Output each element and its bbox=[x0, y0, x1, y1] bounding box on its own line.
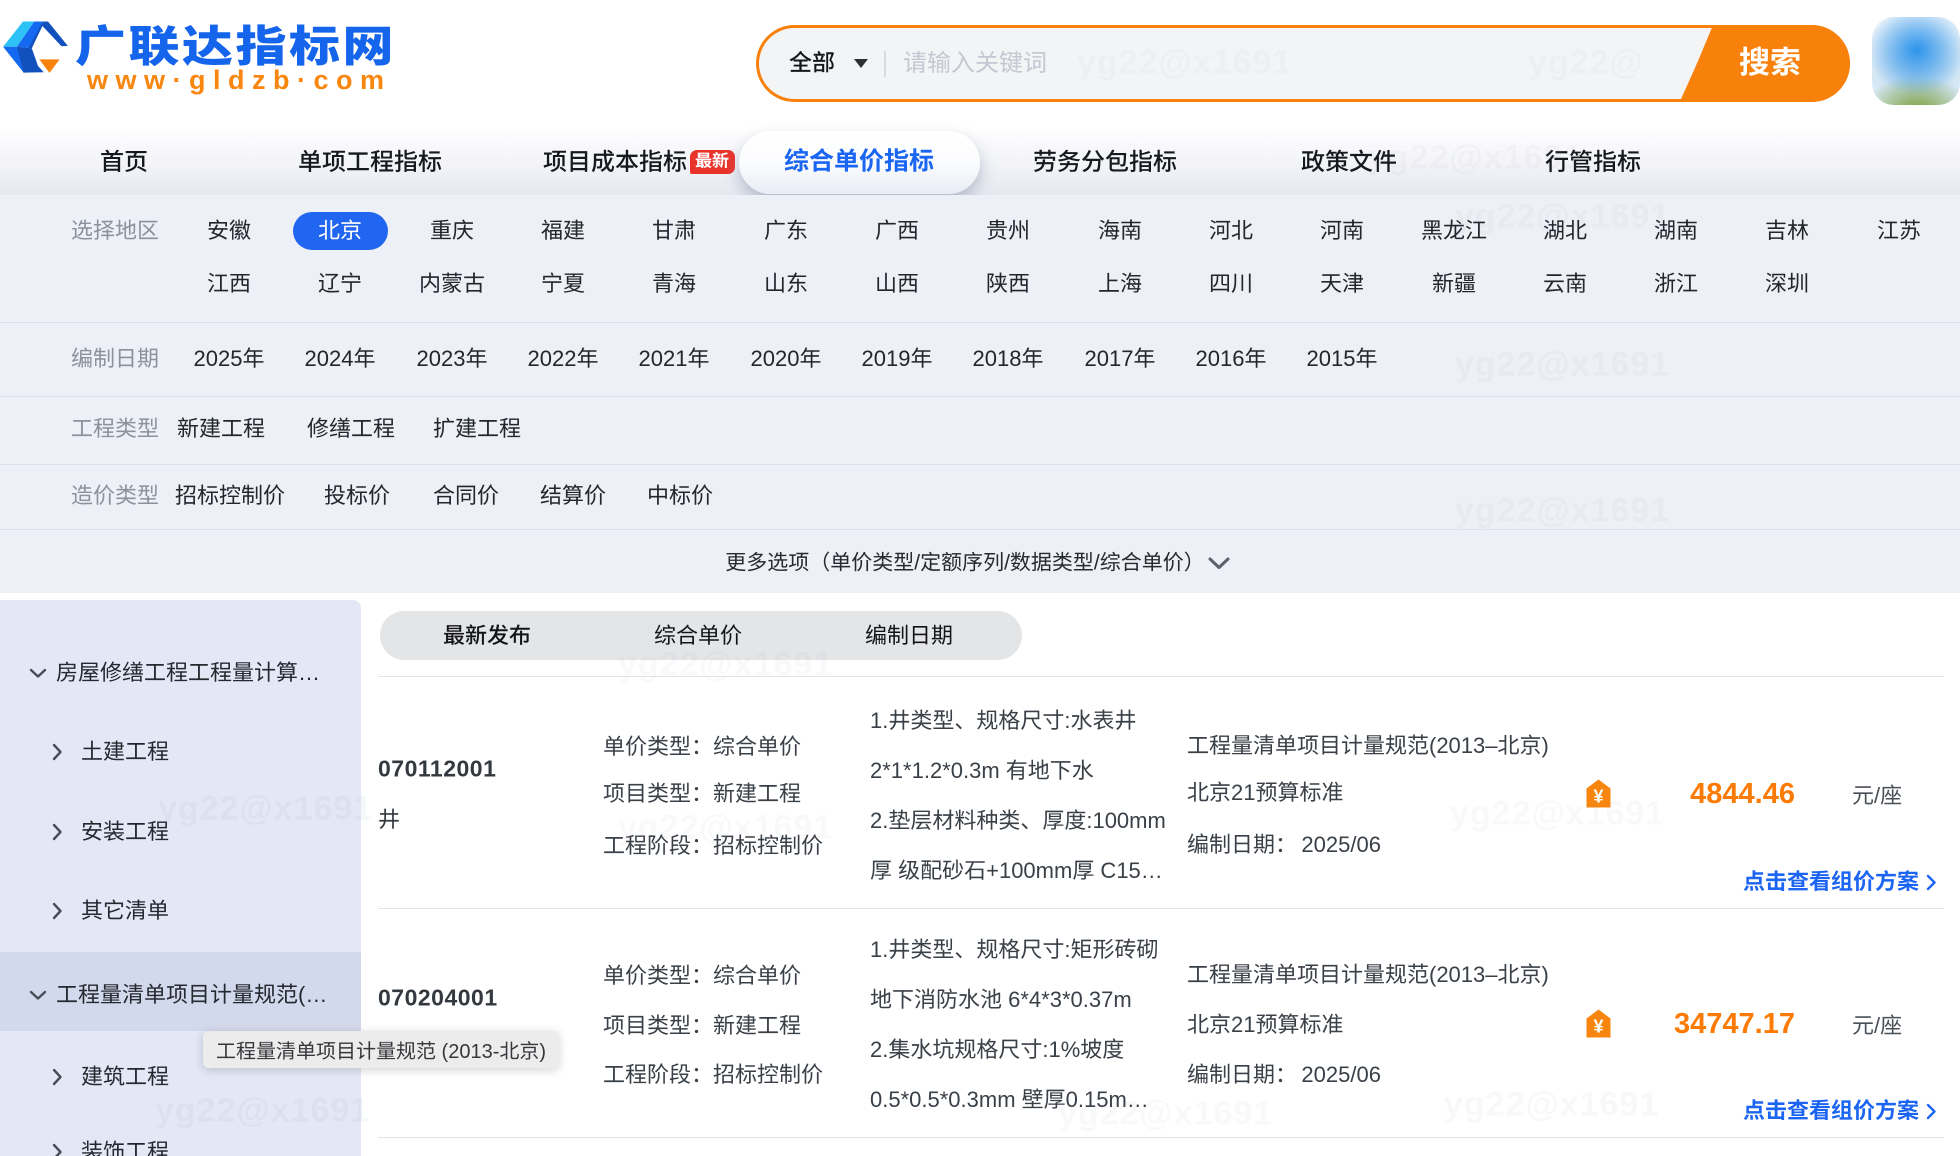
svg-text:¥: ¥ bbox=[1593, 1017, 1603, 1037]
